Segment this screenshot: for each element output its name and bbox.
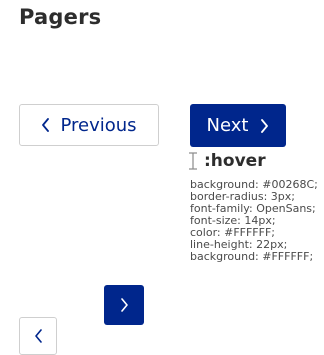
- previous-button[interactable]: Previous: [19, 104, 159, 146]
- previous-button-label: Previous: [60, 114, 137, 136]
- hover-state-label: :hover: [204, 151, 266, 171]
- chevron-left-icon: [41, 118, 50, 132]
- text-cursor-icon: [188, 151, 198, 171]
- next-button[interactable]: Next: [190, 104, 286, 147]
- previous-icon-button[interactable]: [19, 317, 57, 355]
- next-icon-button[interactable]: [104, 285, 144, 325]
- chevron-right-icon: [120, 298, 129, 312]
- chevron-right-icon: [260, 118, 269, 133]
- page-title: Pagers: [19, 5, 102, 29]
- spec-line: background: #FFFFFF;: [190, 250, 314, 263]
- chevron-left-icon: [34, 329, 43, 343]
- next-button-label: Next: [206, 115, 249, 136]
- spec-list: background: #00268C; border-radius: 3px;…: [190, 179, 318, 263]
